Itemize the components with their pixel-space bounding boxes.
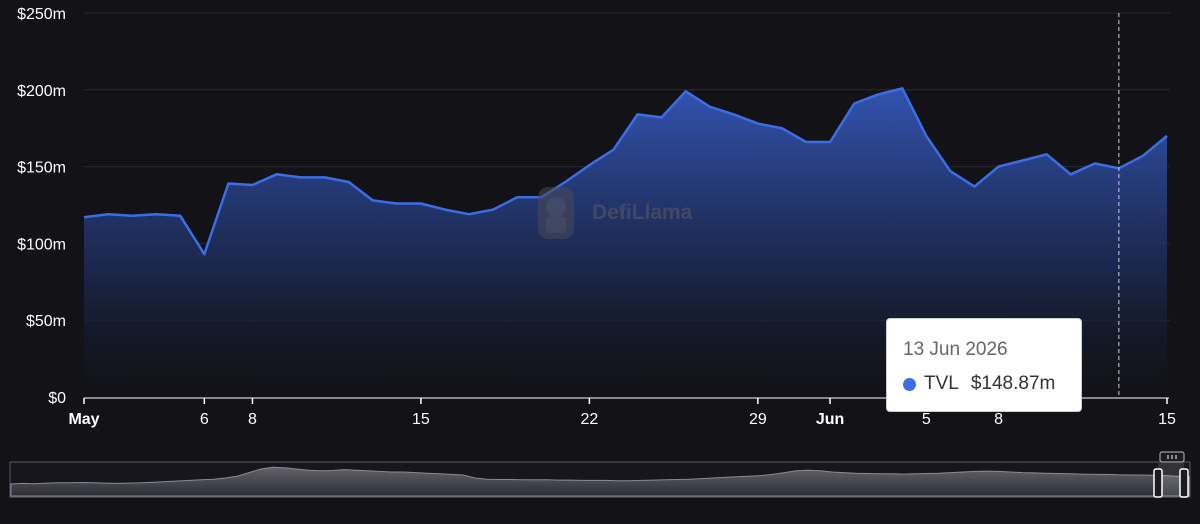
data-point xyxy=(756,122,760,126)
data-point xyxy=(660,115,664,119)
data-point xyxy=(1069,172,1073,176)
data-point xyxy=(467,212,471,216)
data-point xyxy=(1141,154,1145,158)
x-tick-label: 15 xyxy=(1158,411,1176,428)
y-tick-label: $50m xyxy=(26,313,66,330)
x-tick-label: 8 xyxy=(248,411,257,428)
data-point xyxy=(202,252,206,256)
data-point xyxy=(491,208,495,212)
watermark-text: DefiLlama xyxy=(592,201,693,224)
y-tick-label: $150m xyxy=(17,160,66,177)
data-point xyxy=(852,102,856,106)
x-tick-label: 6 xyxy=(200,411,209,428)
data-point xyxy=(684,89,688,93)
data-point xyxy=(419,201,423,205)
y-axis: $0 $50m $100m $150m $200m $250m xyxy=(17,6,66,407)
navigator-left-handle[interactable] xyxy=(1153,468,1163,498)
data-point xyxy=(299,175,303,179)
data-point xyxy=(106,212,110,216)
data-point xyxy=(347,180,351,184)
data-point xyxy=(804,140,808,144)
defillama-watermark: DefiLlama xyxy=(532,183,692,243)
y-tick-label: $100m xyxy=(17,236,66,253)
data-point xyxy=(226,181,230,185)
data-point xyxy=(515,195,519,199)
data-point xyxy=(780,126,784,130)
data-point xyxy=(371,198,375,202)
x-tick-label: 5 xyxy=(922,411,931,428)
navigator-drag-grip-icon[interactable] xyxy=(1159,451,1185,463)
series-marker-icon xyxy=(903,377,916,391)
x-tick-label: Jun xyxy=(816,411,844,428)
tvl-area-chart[interactable]: $0 $50m $100m $150m $200m $250m May 6 8 15 22 29 Ju… xyxy=(0,0,1200,524)
data-point xyxy=(948,169,952,173)
chart-tooltip: 13 Jun 2026 TVL $148.87m xyxy=(886,318,1082,412)
data-point xyxy=(611,148,615,152)
data-point xyxy=(178,214,182,218)
tooltip-series-row: TVL $148.87m xyxy=(903,373,1081,395)
data-point xyxy=(1021,158,1025,162)
data-point xyxy=(732,112,736,116)
data-point xyxy=(1045,152,1049,156)
data-point xyxy=(275,172,279,176)
data-point xyxy=(708,105,712,109)
data-point xyxy=(395,201,399,205)
x-tick-label: 15 xyxy=(412,411,430,428)
data-point xyxy=(443,208,447,212)
data-point xyxy=(323,175,327,179)
tooltip-series-name: TVL xyxy=(924,373,959,394)
data-point xyxy=(972,185,976,189)
tooltip-series-value: $148.87m xyxy=(970,373,1056,394)
data-point xyxy=(876,92,880,96)
x-tick-label: 29 xyxy=(749,411,767,428)
data-point xyxy=(1165,134,1169,138)
y-tick-label: $200m xyxy=(17,83,66,100)
tooltip-date: 13 Jun 2026 xyxy=(903,339,1008,360)
y-tick-label: $0 xyxy=(48,390,66,407)
data-point xyxy=(587,163,591,167)
x-tick-label: May xyxy=(68,411,99,428)
navigator-right-handle[interactable] xyxy=(1179,468,1189,498)
range-navigator[interactable] xyxy=(9,451,1191,498)
x-tick-label: 8 xyxy=(994,411,1003,428)
data-point xyxy=(250,183,254,187)
data-point xyxy=(82,215,86,219)
data-point xyxy=(130,214,134,218)
llama-logo-icon xyxy=(538,187,574,239)
data-point xyxy=(900,86,904,90)
data-point xyxy=(636,112,640,116)
data-point xyxy=(924,134,928,138)
data-point xyxy=(154,212,158,216)
data-point xyxy=(1093,162,1097,166)
data-point xyxy=(997,165,1001,169)
y-tick-label: $250m xyxy=(17,6,66,23)
x-tick-label: 22 xyxy=(581,411,599,428)
data-point xyxy=(828,140,832,144)
